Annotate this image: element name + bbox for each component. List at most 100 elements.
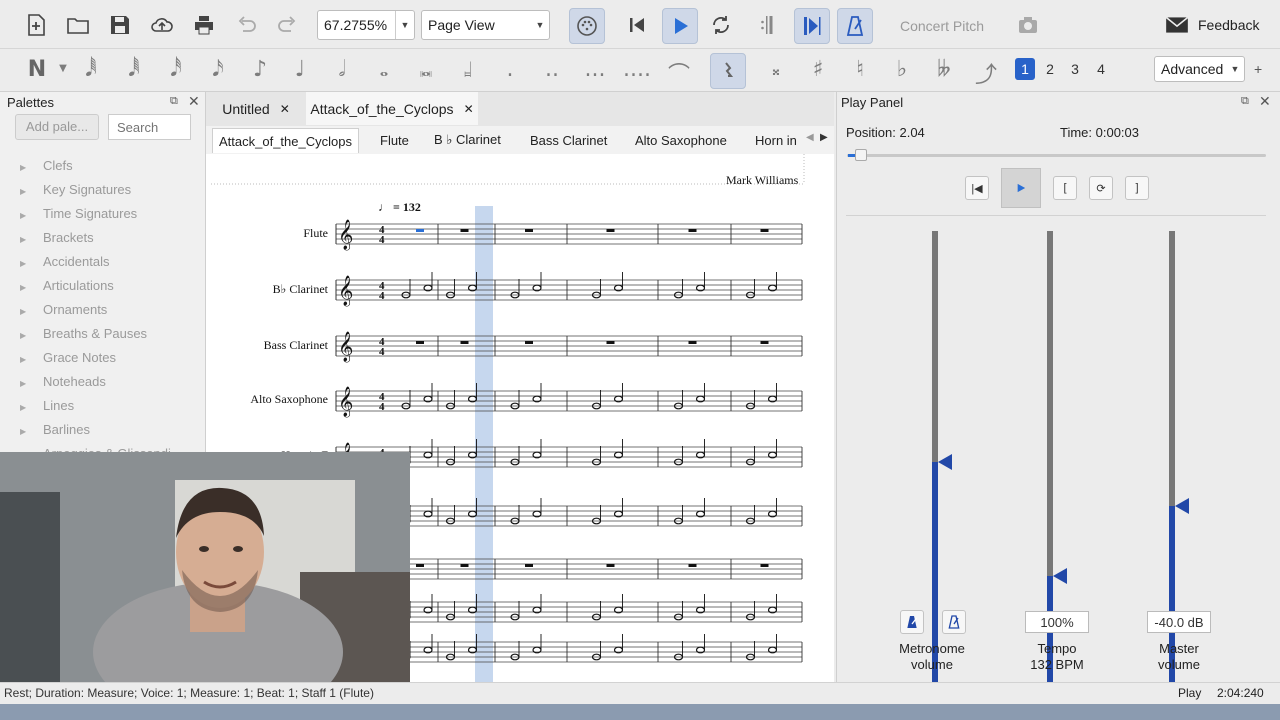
tempo-marking[interactable]: ♩ = 132 <box>378 200 421 215</box>
open-folder-icon[interactable] <box>61 8 95 42</box>
loop-icon[interactable] <box>704 8 738 42</box>
palette-item[interactable]: ▶ Articulations <box>20 278 114 293</box>
close-icon[interactable]: ✕ <box>464 102 474 116</box>
position-slider[interactable] <box>847 154 1266 157</box>
sharp-icon[interactable]: ♯ <box>803 57 833 82</box>
duration-quarter-icon[interactable]: ♩ <box>285 57 315 82</box>
duration-32nd-icon[interactable]: 𝅘𝅥𝅰 <box>161 57 191 82</box>
expand-arrow-icon[interactable]: ▶ <box>20 307 43 316</box>
palette-item[interactable]: ▶ Ornaments <box>20 302 107 317</box>
close-icon[interactable]: ✕ <box>280 102 290 116</box>
expand-arrow-icon[interactable]: ▶ <box>20 355 43 364</box>
voice-1-button[interactable]: 1 <box>1015 58 1035 80</box>
expand-arrow-icon[interactable]: ▶ <box>20 403 43 412</box>
view-mode-select[interactable]: Page View ▼ <box>421 10 550 40</box>
duration-breve-icon[interactable]: 𝅜 <box>411 57 441 82</box>
concert-pitch-toggle[interactable]: Concert Pitch <box>900 18 984 34</box>
flat-icon[interactable]: ♭ <box>887 57 917 82</box>
rest-icon[interactable] <box>710 53 746 89</box>
triple-dot-icon[interactable]: ... <box>580 57 610 82</box>
metronome-icon[interactable] <box>837 8 873 44</box>
metronome-volume-handle[interactable] <box>938 454 952 470</box>
palette-item[interactable]: ▶ Grace Notes <box>20 350 116 365</box>
part-tab-alto-saxophone[interactable]: Alto Saxophone <box>629 128 733 152</box>
instrument-name-alto-sax[interactable]: Alto Saxophone <box>208 392 328 407</box>
undock-icon[interactable]: ⧉ <box>170 95 178 108</box>
expand-arrow-icon[interactable]: ▶ <box>20 427 43 436</box>
palette-item[interactable]: ▶ Breaths & Pauses <box>20 326 147 341</box>
part-tab-flute[interactable]: Flute <box>374 128 415 152</box>
duration-longa-icon[interactable]: 𝆷 <box>453 57 483 82</box>
add-palette-button[interactable]: Add pale... <box>15 114 99 140</box>
rewind-icon[interactable]: |◀ <box>965 176 989 200</box>
pan-score-icon[interactable] <box>794 8 830 44</box>
print-icon[interactable] <box>187 8 221 42</box>
flip-direction-icon[interactable]: ⤴ <box>971 57 1001 89</box>
add-workspace-button[interactable]: + <box>1254 61 1262 77</box>
instrument-name-bb-clarinet[interactable]: B♭ Clarinet <box>208 282 328 297</box>
duration-whole-icon[interactable]: 𝅝 <box>369 57 399 82</box>
midi-input-icon[interactable] <box>569 8 605 44</box>
expand-arrow-icon[interactable]: ▶ <box>20 187 43 196</box>
mute-metronome-icon[interactable] <box>900 610 924 634</box>
double-flat-icon[interactable]: 𝄫 <box>929 57 959 82</box>
tempo-handle[interactable] <box>1053 568 1067 584</box>
workspace-select[interactable]: Advanced ▼ <box>1154 56 1245 82</box>
duration-128th-icon[interactable]: 𝅘𝅥𝅱 <box>76 57 106 82</box>
expand-arrow-icon[interactable]: ▶ <box>20 283 43 292</box>
instrument-name-bass-clarinet[interactable]: Bass Clarinet <box>208 338 328 353</box>
tab-untitled[interactable]: Untitled ✕ <box>206 92 306 125</box>
palette-item[interactable]: ▶ Barlines <box>20 422 90 437</box>
chevron-down-icon[interactable]: ▼ <box>48 63 78 74</box>
camera-icon[interactable] <box>1011 8 1045 42</box>
part-tab-bass-clarinet[interactable]: Bass Clarinet <box>524 128 613 152</box>
toggle-double-flat-icon[interactable]: 𝄪 <box>761 60 791 80</box>
loop-icon[interactable]: ⟳ <box>1089 176 1113 200</box>
instrument-name-flute[interactable]: Flute <box>208 226 328 241</box>
palette-item[interactable]: ▶ Brackets <box>20 230 94 245</box>
chevron-down-icon[interactable]: ▼ <box>395 11 414 39</box>
count-in-icon[interactable] <box>942 610 966 634</box>
expand-arrow-icon[interactable]: ▶ <box>20 211 43 220</box>
tempo-value-field[interactable]: 100% <box>1025 611 1089 633</box>
scroll-tabs-left-icon[interactable]: ◀ <box>806 132 814 143</box>
palette-item[interactable]: ▶ Clefs <box>20 158 73 173</box>
new-file-icon[interactable] <box>19 8 53 42</box>
duration-64th-icon[interactable]: 𝅘𝅥𝅱 <box>119 57 149 82</box>
close-icon[interactable]: ✕ <box>1259 93 1271 110</box>
undo-icon[interactable] <box>229 8 263 42</box>
tie-icon[interactable]: ⌒ <box>664 57 694 89</box>
expand-arrow-icon[interactable]: ▶ <box>20 379 43 388</box>
rewind-icon[interactable] <box>620 8 654 42</box>
play-icon[interactable] <box>662 8 698 44</box>
palette-item[interactable]: ▶ Time Signatures <box>20 206 137 221</box>
expand-arrow-icon[interactable]: ▶ <box>20 163 43 172</box>
double-dot-icon[interactable]: .. <box>537 57 567 82</box>
augmentation-dot-icon[interactable]: . <box>495 57 525 82</box>
master-volume-handle[interactable] <box>1175 498 1189 514</box>
palette-item[interactable]: ▶ Accidentals <box>20 254 109 269</box>
tempo-slider[interactable] <box>1047 231 1053 597</box>
duration-eighth-icon[interactable]: ♪ <box>245 57 275 82</box>
feedback-button[interactable]: Feedback <box>1164 12 1259 38</box>
expand-arrow-icon[interactable]: ▶ <box>20 331 43 340</box>
part-tab-bb-clarinet[interactable]: B ♭ Clarinet <box>428 128 507 152</box>
tab-attack-of-the-cyclops[interactable]: Attack_of_the_Cyclops ✕ <box>306 92 478 125</box>
composer-text[interactable]: Mark Williams <box>726 173 798 188</box>
quadruple-dot-icon[interactable]: .... <box>622 57 652 82</box>
expand-arrow-icon[interactable]: ▶ <box>20 235 43 244</box>
loop-out-icon[interactable]: ] <box>1125 176 1149 200</box>
palette-search-input[interactable] <box>108 114 191 140</box>
part-tab-horn[interactable]: Horn in <box>749 128 803 152</box>
natural-icon[interactable]: ♮ <box>845 57 875 82</box>
palette-item[interactable]: ▶ Noteheads <box>20 374 106 389</box>
zoom-combo[interactable]: 67.2755% ▼ <box>317 10 415 40</box>
undock-icon[interactable]: ⧉ <box>1241 95 1249 108</box>
close-icon[interactable]: ✕ <box>188 93 200 110</box>
voice-4-button[interactable]: 4 <box>1091 58 1111 80</box>
voice-3-button[interactable]: 3 <box>1065 58 1085 80</box>
duration-16th-icon[interactable]: 𝅘𝅥𝅯 <box>203 57 233 82</box>
save-icon[interactable] <box>103 8 137 42</box>
redo-icon[interactable] <box>271 8 305 42</box>
position-slider-handle[interactable] <box>855 149 867 161</box>
